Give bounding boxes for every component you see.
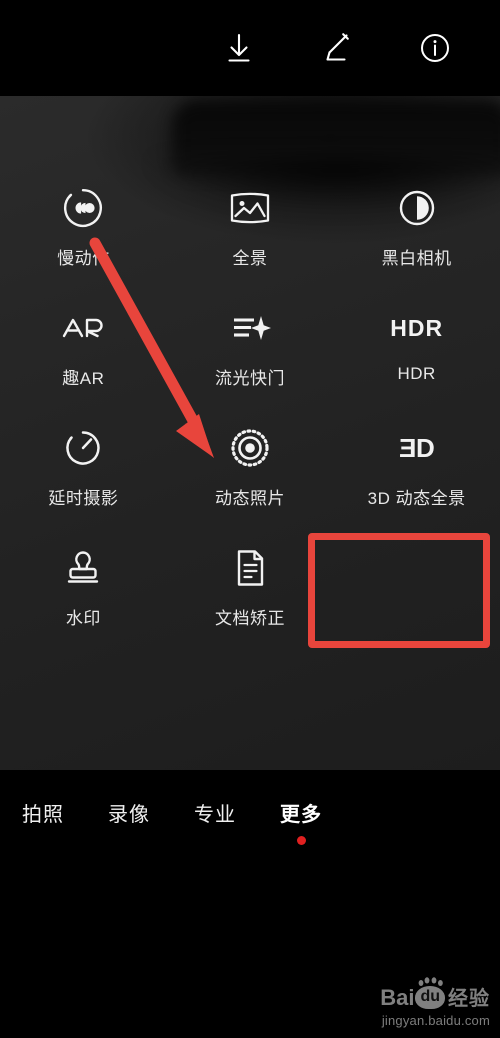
watermark-stamp-icon — [59, 546, 107, 590]
mode-watermark[interactable]: 水印 — [0, 530, 167, 650]
tab-more[interactable]: 更多 — [258, 788, 344, 845]
panorama-icon — [226, 186, 274, 230]
mode-fun-ar[interactable]: 趣AR — [0, 290, 167, 410]
edit-icon — [322, 32, 352, 64]
mode-label: 动态照片 — [214, 489, 285, 508]
mode-label: 慢动作 — [57, 249, 110, 268]
baidu-jingyan-watermark: Bai du 经验 jingyan.baidu.com — [380, 977, 490, 1028]
mode-label: HDR — [397, 364, 436, 383]
tab-label: 更多 — [280, 804, 322, 826]
info-icon — [419, 32, 451, 64]
motion-photo-icon — [226, 426, 274, 470]
mode-label: 黑白相机 — [381, 249, 452, 268]
tab-video[interactable]: 录像 — [86, 788, 172, 827]
camera-more-modes-screen: 慢动作 全景 黑白相机 趣AR 流光快门 HDR HDR 延时摄影 动态照片 E… — [0, 0, 500, 1038]
watermark-du-badge: du — [415, 977, 445, 1009]
slow-motion-icon — [59, 186, 107, 230]
mode-label: 文档矫正 — [214, 609, 285, 628]
mode-hdr[interactable]: HDR HDR — [333, 290, 500, 410]
monochrome-camera-icon — [393, 186, 441, 230]
ar-icon — [59, 306, 107, 350]
mode-label: 全景 — [232, 249, 268, 268]
mode-empty-slot — [333, 530, 500, 650]
watermark-bai-text: Bai — [380, 985, 415, 1010]
info-button[interactable] — [404, 17, 466, 79]
light-painting-icon — [226, 306, 274, 350]
watermark-du-text: du — [420, 988, 440, 1005]
watermark-url: jingyan.baidu.com — [381, 1013, 490, 1028]
watermark-logo: Bai du 经验 — [380, 977, 490, 1010]
download-button[interactable] — [208, 17, 270, 79]
document-correction-icon — [226, 546, 274, 590]
mode-3d-panorama[interactable]: ED 3D 动态全景 — [333, 410, 500, 530]
mode-label: 流光快门 — [214, 369, 285, 388]
mode-label: 3D 动态全景 — [367, 489, 466, 508]
top-action-bar — [0, 0, 500, 96]
tab-label: 录像 — [108, 804, 150, 826]
download-icon — [224, 32, 254, 64]
tab-pro[interactable]: 专业 — [172, 788, 258, 827]
mode-monochrome-camera[interactable]: 黑白相机 — [333, 170, 500, 290]
paw-print-icon — [419, 977, 444, 986]
hdr-icon: HDR — [390, 314, 444, 341]
mode-tabs: 拍照 录像 专业 更多 — [0, 788, 500, 845]
tab-label: 专业 — [194, 804, 236, 826]
mode-document-correction[interactable]: 文档矫正 — [167, 530, 334, 650]
3d-panorama-icon: ED — [398, 432, 435, 463]
tab-photo[interactable]: 拍照 — [0, 788, 86, 827]
mode-label: 趣AR — [62, 369, 105, 388]
mode-light-painting[interactable]: 流光快门 — [167, 290, 334, 410]
mode-motion-photo[interactable]: 动态照片 — [167, 410, 334, 530]
tab-active-dot — [296, 836, 306, 845]
mode-panorama[interactable]: 全景 — [167, 170, 334, 290]
watermark-jingyan-text: 经验 — [448, 988, 490, 1010]
mode-label: 水印 — [65, 609, 101, 628]
camera-mode-grid: 慢动作 全景 黑白相机 趣AR 流光快门 HDR HDR 延时摄影 动态照片 E… — [0, 170, 500, 650]
edit-button[interactable] — [306, 17, 368, 79]
time-lapse-icon — [59, 426, 107, 470]
bottom-tab-bar: 拍照 录像 专业 更多 Bai du 经验 jingyan.baidu.com — [0, 770, 500, 1038]
mode-label: 延时摄影 — [48, 489, 119, 508]
mode-slow-motion[interactable]: 慢动作 — [0, 170, 167, 290]
tab-label: 拍照 — [22, 804, 64, 826]
mode-time-lapse[interactable]: 延时摄影 — [0, 410, 167, 530]
